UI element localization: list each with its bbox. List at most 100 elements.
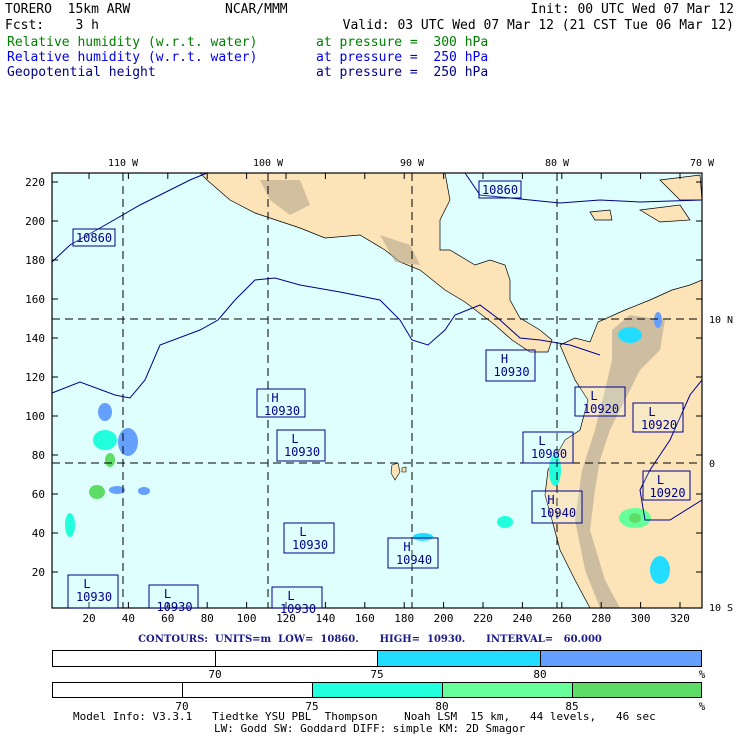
colorbar-segment (378, 651, 541, 666)
lon-label: 90 W (400, 158, 425, 169)
colorbar-label: 80 (533, 668, 547, 681)
colorbar-label: 70 (208, 668, 222, 681)
contour-value: 10920 (583, 402, 619, 416)
weather-map-figure: TORERO 15km ARW NCAR/MMM Init: 00 UTC We… (0, 0, 740, 740)
x-tick-label: 180 (394, 612, 414, 625)
x-tick-label: 40 (122, 612, 135, 625)
colorbar-rh-300 (52, 682, 702, 698)
model-info-line2: LW: Godd SW: Goddard DIFF: simple KM: 2D… (214, 722, 526, 735)
field-level-2: at pressure = 250 hPa (316, 50, 489, 65)
contour-label-box: L10960 (522, 431, 574, 464)
contour-label-box: L10930 (148, 584, 199, 614)
y-tick-label: 140 (25, 332, 45, 345)
x-tick-label: 220 (473, 612, 493, 625)
contour-type: L (590, 389, 597, 403)
y-tick-label: 180 (25, 254, 45, 267)
colorbar-label: % (698, 668, 706, 681)
colorbar-label: 75 (370, 668, 384, 681)
y-tick-label: 20 (32, 566, 45, 579)
contour-label-box: 10860 (478, 180, 522, 199)
colorbar-segment (541, 651, 701, 666)
y-tick-label: 80 (32, 449, 45, 462)
contour-value: 10930 (292, 538, 328, 552)
lat-label: 10 N (709, 315, 733, 326)
colorbar-rh-250 (52, 650, 702, 667)
contour-label-box: L10930 (276, 429, 326, 462)
contour-type: L (299, 525, 306, 539)
contour-label-box: 10860 (72, 228, 116, 247)
x-tick-label: 320 (670, 612, 690, 625)
field-level-1: at pressure = 300 hPa (316, 35, 489, 50)
contour-value: 10930 (280, 602, 316, 616)
contour-value: 10940 (540, 506, 576, 520)
y-tick-label: 120 (25, 371, 45, 384)
contour-value: 10920 (641, 418, 677, 432)
contour-value: 10930 (493, 365, 529, 379)
field-name-2: Relative humidity (w.r.t. water) (7, 50, 258, 65)
contour-value: 10940 (396, 553, 432, 567)
valid-time: Valid: 03 UTC Wed 07 Mar 12 (21 CST Tue … (342, 18, 734, 33)
lon-label: 70 W (690, 158, 715, 169)
y-tick-label: 220 (25, 176, 45, 189)
colorbar-segment (53, 651, 216, 666)
x-tick-label: 240 (512, 612, 532, 625)
x-tick-label: 280 (591, 612, 611, 625)
init-time: Init: 00 UTC Wed 07 Mar 12 (530, 2, 735, 17)
y-tick-label: 100 (25, 410, 45, 423)
contour-label-box: H10940 (531, 490, 583, 524)
contour-type: H (403, 540, 410, 554)
colorbar-segment (573, 683, 701, 697)
field-name-1: Relative humidity (w.r.t. water) (7, 35, 258, 50)
contour-value: 10930 (76, 590, 112, 604)
colorbar-segment (216, 651, 378, 666)
contour-label-box: H10940 (387, 537, 439, 569)
contour-type: H (501, 352, 508, 366)
contours-info: CONTOURS: UNITS=m LOW= 10860. HIGH= 1093… (138, 634, 602, 645)
contour-value: 10920 (649, 486, 685, 500)
contour-type: H (547, 493, 554, 507)
contour-label-box: H10930 (256, 388, 306, 418)
contour-value: 10860 (76, 231, 112, 245)
field-level-3: at pressure = 250 hPa (316, 65, 489, 80)
lon-label: 110 W (108, 158, 139, 169)
contour-label-box: L10920 (574, 386, 626, 417)
lon-label: 100 W (253, 158, 284, 169)
lat-label: 10 S (709, 603, 733, 614)
contour-type: L (657, 473, 664, 487)
contour-value: 10930 (264, 404, 300, 418)
contour-label-box: L10930 (283, 522, 335, 554)
colorbar-segment (183, 683, 313, 697)
contour-label-box: L10930 (67, 574, 119, 609)
x-tick-label: 160 (355, 612, 375, 625)
x-tick-label: 260 (552, 612, 572, 625)
y-tick-label: 160 (25, 293, 45, 306)
colorbar-segment (53, 683, 183, 697)
contour-value: 10860 (482, 183, 518, 197)
field-name-3: Geopotential height (7, 65, 156, 80)
contour-type: L (287, 589, 294, 603)
y-tick-label: 200 (25, 215, 45, 228)
forecast-hour: Fcst: 3 h (5, 18, 99, 33)
contour-label-box: L10920 (642, 470, 691, 501)
x-tick-label: 20 (82, 612, 95, 625)
lon-label: 80 W (545, 158, 570, 169)
y-tick-label: 60 (32, 488, 45, 501)
model-name: TORERO 15km ARW (5, 2, 131, 17)
contour-value: 10930 (156, 600, 192, 614)
x-tick-label: 200 (434, 612, 454, 625)
x-tick-label: 100 (237, 612, 257, 625)
x-tick-label: 80 (201, 612, 214, 625)
contour-label-box: H10930 (485, 349, 536, 382)
contour-label-box: L10930 (271, 586, 323, 616)
x-tick-label: 140 (315, 612, 335, 625)
contour-type: L (83, 577, 90, 591)
contour-type: L (164, 587, 171, 601)
contour-value: 10960 (531, 447, 567, 461)
organization: NCAR/MMM (225, 2, 288, 17)
y-tick-label: 40 (32, 527, 45, 540)
contour-value: 10930 (284, 445, 320, 459)
map-plot: 2202001801601401201008060402020 40 60 80 100… (25, 158, 733, 625)
contour-type: L (291, 432, 298, 446)
colorbar-label: % (698, 700, 706, 713)
colorbar-segment (313, 683, 443, 697)
